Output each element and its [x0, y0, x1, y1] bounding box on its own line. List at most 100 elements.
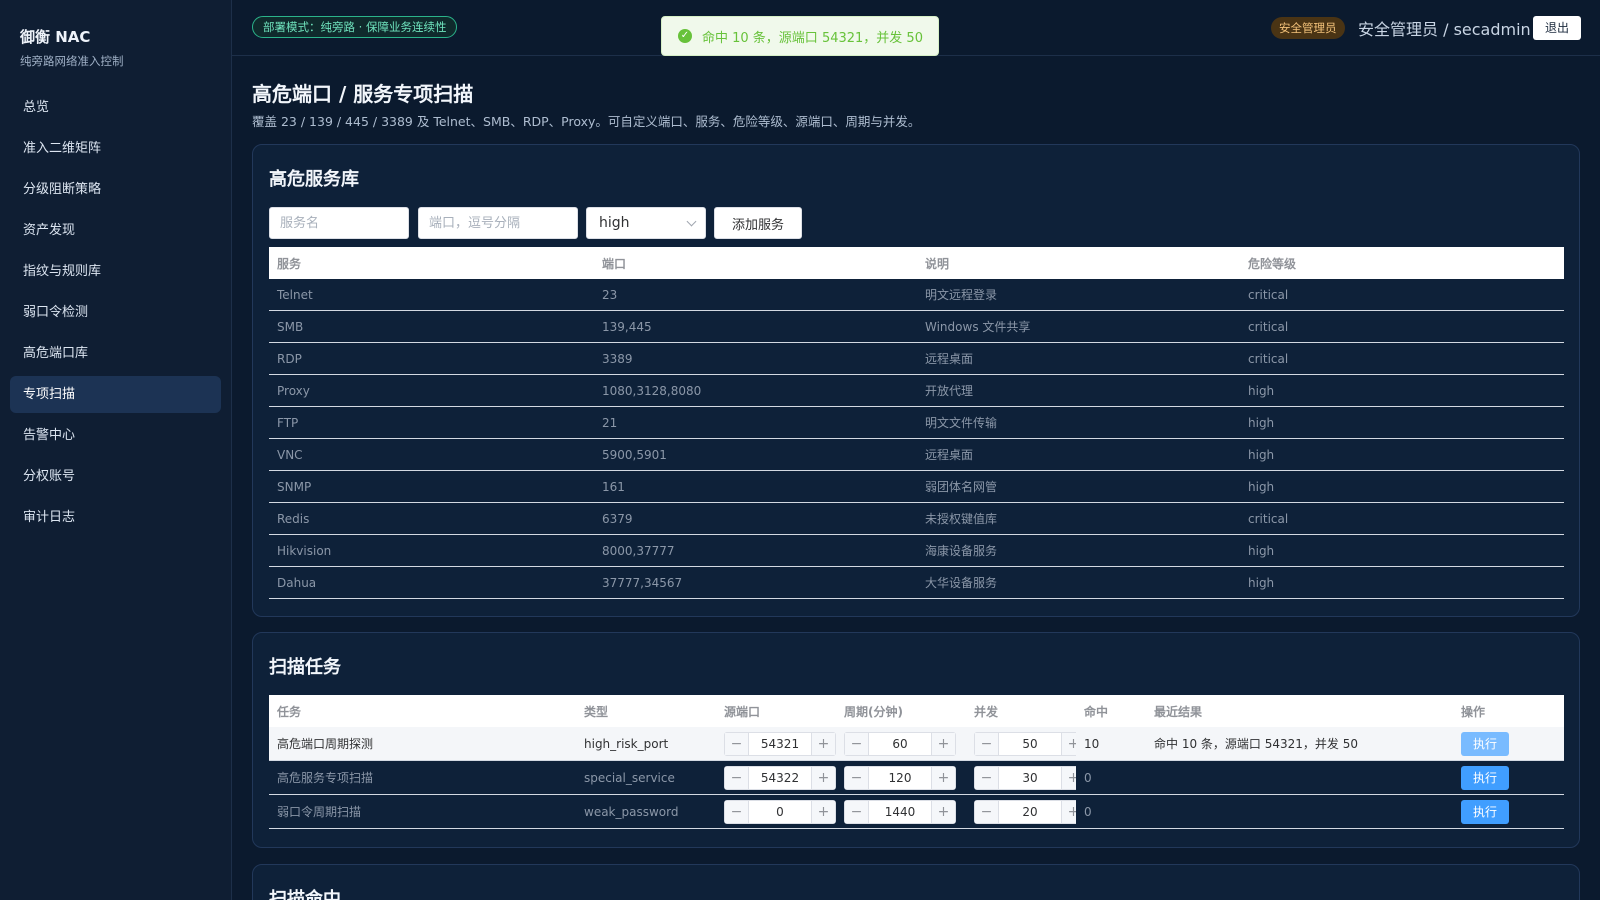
table-row: SNMP 161 弱团体名网管 high [269, 471, 1564, 503]
plus-icon[interactable]: + [811, 732, 835, 755]
run-task-button[interactable]: 执行 [1461, 765, 1509, 790]
table-cell: 8000,37777 [602, 543, 675, 558]
sidebar-item-access-matrix[interactable]: 准入二维矩阵 [10, 130, 221, 167]
table-cell: SMB [277, 319, 304, 334]
minus-icon[interactable]: − [975, 766, 999, 789]
table-cell: 37777,34567 [602, 575, 683, 590]
table-header: 服务 端口 说明 危险等级 [269, 247, 1564, 279]
brand-subtitle: 纯旁路网络准入控制 [20, 54, 124, 68]
sidebar-nav: 总览 准入二维矩阵 分级阻断策略 资产发现 指纹与规则库 弱口令检测 高危端口库… [10, 89, 221, 540]
add-service-button[interactable]: 添加服务 [714, 207, 802, 239]
scan-hits-card: 扫描命中 [252, 864, 1580, 900]
minus-icon[interactable]: − [845, 800, 869, 823]
sidebar-item-alert-center[interactable]: 告警中心 [10, 417, 221, 454]
table-row: RDP 3389 远程桌面 critical [269, 343, 1564, 375]
scan-tasks-card: 扫描任务 任务 类型 源端口 周期(分钟) 并发 命中 最近结果 操作 高危端口… [252, 632, 1580, 848]
table-row: SMB 139,445 Windows 文件共享 critical [269, 311, 1564, 343]
plus-icon[interactable]: + [811, 766, 835, 789]
stepper-value[interactable]: 120 [869, 771, 931, 785]
source-port-stepper[interactable]: −0 + [724, 799, 836, 824]
concurrency-stepper[interactable]: −30 + [974, 765, 1076, 790]
table-cell: Telnet [277, 287, 313, 302]
table-cell: Hikvision [277, 543, 332, 558]
minus-icon[interactable]: − [975, 732, 999, 755]
stepper-value[interactable]: 54321 [749, 737, 811, 751]
sidebar: 御衡 NAC 纯旁路网络准入控制 总览 准入二维矩阵 分级阻断策略 资产发现 指… [0, 0, 232, 900]
service-library-title: 高危服务库 [269, 169, 359, 190]
chevron-down-icon [686, 216, 697, 227]
minus-icon[interactable]: − [725, 800, 749, 823]
table-cell: VNC [277, 447, 303, 462]
stepper-value[interactable]: 50 [999, 737, 1061, 751]
table-cell: 执行 [1453, 731, 1564, 756]
table-cell: 弱团体名网管 [925, 480, 998, 494]
concurrency-stepper[interactable]: −50 + [974, 731, 1076, 756]
plus-icon[interactable]: + [1061, 732, 1076, 755]
scan-tasks-title: 扫描任务 [269, 657, 341, 678]
table-row: FTP 21 明文文件传输 high [269, 407, 1564, 439]
table-cell: high [1248, 479, 1275, 494]
concurrency-stepper[interactable]: −20 + [974, 799, 1076, 824]
table-cell: −54321 + [716, 731, 836, 756]
stepper-value[interactable]: 60 [869, 737, 931, 751]
period-stepper[interactable]: −120 + [844, 765, 956, 790]
stepper-value[interactable]: 20 [999, 805, 1061, 819]
table-cell: high [1248, 575, 1275, 590]
plus-icon[interactable]: + [1061, 800, 1076, 823]
source-port-stepper[interactable]: −54322 + [724, 765, 836, 790]
sidebar-item-special-scan[interactable]: 专项扫描 [10, 376, 221, 413]
stepper-value[interactable]: 1440 [869, 805, 931, 819]
minus-icon[interactable]: − [845, 766, 869, 789]
stepper-value[interactable]: 54322 [749, 771, 811, 785]
logout-button[interactable]: 退出 [1533, 16, 1581, 40]
risk-level-select[interactable]: high [586, 207, 706, 239]
column-header: 并发 [974, 704, 999, 719]
minus-icon[interactable]: − [975, 800, 999, 823]
table-cell: 执行 [1453, 765, 1564, 790]
minus-icon[interactable]: − [725, 766, 749, 789]
table-cell: Redis [277, 511, 310, 526]
plus-icon[interactable]: + [931, 766, 955, 789]
table-cell: critical [1248, 319, 1289, 334]
stepper-value[interactable]: 0 [749, 805, 811, 819]
period-stepper[interactable]: −60 + [844, 731, 956, 756]
table-cell: critical [1248, 287, 1289, 302]
column-header: 说明 [925, 256, 950, 271]
minus-icon[interactable]: − [845, 732, 869, 755]
sidebar-item-weak-password[interactable]: 弱口令检测 [10, 294, 221, 331]
period-stepper[interactable]: −1440 + [844, 799, 956, 824]
page-description: 覆盖 23 / 139 / 445 / 3389 及 Telnet、SMB、RD… [252, 114, 921, 129]
minus-icon[interactable]: − [725, 732, 749, 755]
table-cell: 0 [1084, 804, 1092, 819]
plus-icon[interactable]: + [1061, 766, 1076, 789]
plus-icon[interactable]: + [931, 732, 955, 755]
table-cell: high [1248, 447, 1275, 462]
deploy-mode-badge: 部署模式：纯旁路 · 保障业务连续性 [252, 16, 458, 38]
source-port-stepper[interactable]: −54321 + [724, 731, 836, 756]
sidebar-item-asset-discovery[interactable]: 资产发现 [10, 212, 221, 249]
sidebar-item-accounts[interactable]: 分权账号 [10, 458, 221, 495]
table-cell: 高危端口周期探测 [277, 737, 374, 751]
table-cell: 21 [602, 415, 618, 430]
run-task-button[interactable]: 执行 [1461, 799, 1509, 824]
sidebar-item-high-risk-ports[interactable]: 高危端口库 [10, 335, 221, 372]
sidebar-item-overview[interactable]: 总览 [10, 89, 221, 126]
table-cell: 1080,3128,8080 [602, 383, 702, 398]
stepper-value[interactable]: 30 [999, 771, 1061, 785]
table-header: 任务 类型 源端口 周期(分钟) 并发 命中 最近结果 操作 [269, 695, 1564, 727]
sidebar-item-fingerprint-rules[interactable]: 指纹与规则库 [10, 253, 221, 290]
plus-icon[interactable]: + [811, 800, 835, 823]
sidebar-item-blocking-policy[interactable]: 分级阻断策略 [10, 171, 221, 208]
column-header: 类型 [584, 704, 609, 719]
plus-icon[interactable]: + [931, 800, 955, 823]
table-cell: −30 + [966, 765, 1076, 790]
service-ports-input[interactable] [418, 207, 578, 239]
table-cell: 海康设备服务 [925, 544, 998, 558]
run-task-button[interactable]: 执行 [1461, 731, 1509, 756]
service-name-input[interactable] [269, 207, 409, 239]
table-row: VNC 5900,5901 远程桌面 high [269, 439, 1564, 471]
column-header: 命中 [1084, 704, 1109, 719]
risk-level-value: high [599, 215, 630, 231]
sidebar-item-audit-log[interactable]: 审计日志 [10, 499, 221, 536]
table-cell: high [1248, 383, 1275, 398]
